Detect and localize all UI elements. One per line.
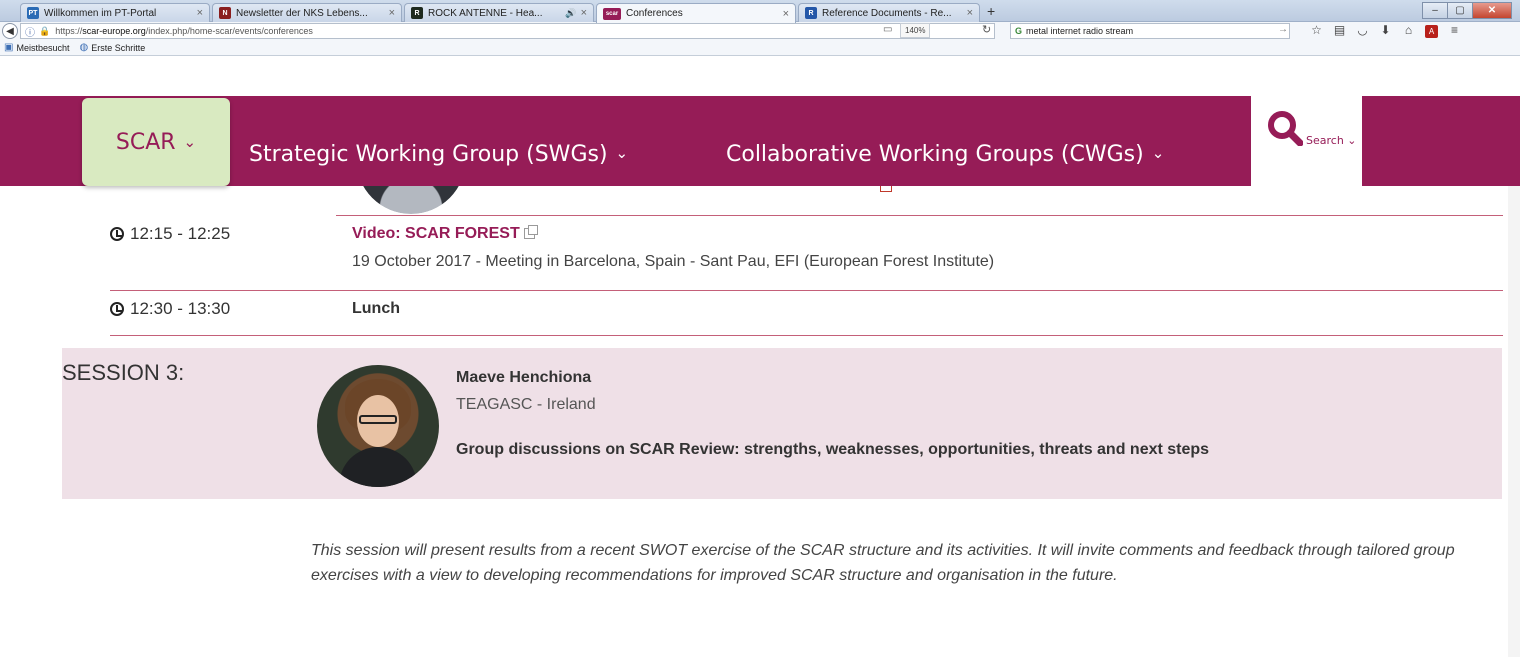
- chevron-down-icon: ⌄: [1347, 134, 1357, 147]
- url-bar[interactable]: ⓘ 🔒 https://scar-europe.org/index.php/ho…: [20, 23, 995, 39]
- time-text: 12:30 - 13:30: [130, 299, 231, 318]
- clock-icon: [110, 227, 124, 241]
- session-label: SESSION 3:: [62, 360, 185, 385]
- globe-icon: ◍: [79, 42, 89, 53]
- newsletter-icon: N: [219, 7, 231, 19]
- pocket-icon[interactable]: ◡: [1351, 23, 1374, 40]
- nav-label: Collaborative Working Groups (CWGs): [726, 142, 1144, 167]
- download-icon[interactable]: ⬇: [1374, 23, 1397, 40]
- close-icon[interactable]: ×: [967, 7, 973, 19]
- tab-title: Reference Documents - Re...: [822, 7, 952, 19]
- scar-favicon-icon: scar: [603, 7, 621, 20]
- site-search-label[interactable]: Search ⌄: [1306, 134, 1357, 147]
- bookmark-label: Erste Schritte: [91, 42, 146, 53]
- nav-menu-swg[interactable]: Strategic Working Group (SWGs) ⌄: [249, 142, 628, 167]
- maximize-icon[interactable]: ▢: [1447, 2, 1473, 19]
- pt-portal-icon: PT: [27, 7, 39, 19]
- url-path: /index.php/home-scar/events/conferences: [145, 26, 313, 36]
- tab-title: Conferences: [626, 8, 683, 19]
- chevron-down-icon: ⌄: [183, 133, 197, 151]
- home-icon[interactable]: ⌂: [1397, 23, 1420, 40]
- browser-search-input[interactable]: G metal internet radio stream: [1010, 23, 1290, 39]
- lock-icon: 🔒: [39, 25, 51, 36]
- chevron-down-icon: ⌄: [615, 144, 629, 162]
- window-controls: – ▢ ✕: [1422, 2, 1512, 19]
- info-icon[interactable]: ⓘ: [25, 24, 35, 39]
- nav-label: Strategic Working Group (SWGs): [249, 142, 608, 167]
- agenda-item-title: Video: SCAR FOREST: [352, 225, 520, 242]
- page-scrollbar[interactable]: [1508, 186, 1520, 657]
- new-tab-button[interactable]: +: [987, 3, 995, 19]
- speaker-icon[interactable]: 🔊: [565, 8, 576, 19]
- nav-label: SCAR: [115, 129, 176, 155]
- hidden-link-icon: [880, 186, 892, 192]
- back-arrow-icon[interactable]: ◀: [2, 23, 18, 39]
- close-icon[interactable]: ×: [389, 7, 395, 19]
- tab-conferences[interactable]: scar Conferences ×: [596, 3, 796, 23]
- rock-antenne-icon: R: [411, 7, 423, 19]
- tab-pt-portal[interactable]: PT Willkommen im PT-Portal ×: [20, 3, 210, 22]
- toolbar-icons: ☆ ▤ ◡ ⬇ ⌂ A ≡: [1305, 23, 1466, 40]
- session-block: [62, 348, 1502, 499]
- zoom-level[interactable]: 140%: [900, 23, 931, 38]
- agenda-time: 12:30 - 13:30: [110, 299, 230, 319]
- clock-icon: [110, 302, 124, 316]
- speaker-organisation: TEAGASC - Ireland: [456, 396, 596, 413]
- minimize-icon[interactable]: –: [1422, 2, 1448, 19]
- bookmark-star-icon[interactable]: ☆: [1305, 23, 1328, 40]
- bookmark-folder-icon: ▣: [4, 42, 14, 53]
- chevron-down-icon: ⌄: [1151, 144, 1165, 162]
- session-topic: Group discussions on SCAR Review: streng…: [456, 441, 1210, 458]
- agenda-item-title: Lunch: [352, 300, 400, 317]
- reader-view-icon[interactable]: ▭: [883, 24, 892, 35]
- window-close-icon[interactable]: ✕: [1472, 2, 1512, 19]
- bookmarks-library-icon[interactable]: ▤: [1328, 23, 1351, 40]
- tab-rock-antenne[interactable]: R ROCK ANTENNE - Hea... 🔊 ×: [404, 3, 594, 22]
- url-domain: scar-europe.org: [82, 26, 146, 36]
- search-label: Search: [1306, 134, 1344, 147]
- agenda-time: 12:15 - 12:25: [110, 224, 230, 244]
- tab-title: Willkommen im PT-Portal: [44, 7, 157, 19]
- divider: [110, 290, 1503, 291]
- search-icon: [1268, 111, 1303, 146]
- reload-icon[interactable]: ↻: [982, 23, 991, 36]
- nav-menu-cwg[interactable]: Collaborative Working Groups (CWGs) ⌄: [726, 142, 1164, 167]
- bookmark-meistbesucht[interactable]: ▣ Meistbesucht: [4, 42, 69, 53]
- bookmark-erste-schritte[interactable]: ◍ Erste Schritte: [79, 42, 145, 53]
- tab-newsletter[interactable]: N Newsletter der NKS Lebens... ×: [212, 3, 402, 22]
- agenda-item-link[interactable]: Video: SCAR FOREST: [352, 225, 538, 243]
- time-text: 12:15 - 12:25: [130, 224, 231, 243]
- browser-navbar: ◀ ⓘ 🔒 https://scar-europe.org/index.php/…: [0, 22, 1520, 40]
- url-prefix: https://: [55, 26, 83, 36]
- pdf-icon[interactable]: A: [1425, 25, 1438, 38]
- speaker-photo: [317, 365, 439, 487]
- browser-tabstrip: PT Willkommen im PT-Portal × N Newslette…: [0, 0, 1520, 23]
- close-icon[interactable]: ×: [197, 7, 203, 19]
- session-description: This session will present results from a…: [311, 542, 1455, 584]
- speaker-name: Maeve Henchiona: [456, 369, 592, 386]
- tab-reference-documents[interactable]: R Reference Documents - Re... ×: [798, 3, 980, 22]
- bookmark-label: Meistbesucht: [16, 42, 70, 53]
- agenda-item-subtitle: 19 October 2017 - Meeting in Barcelona, …: [352, 253, 995, 270]
- external-link-icon[interactable]: [523, 225, 538, 239]
- close-icon[interactable]: ×: [783, 8, 789, 20]
- bookmarks-bar: ▣ Meistbesucht ◍ Erste Schritte: [0, 40, 1520, 56]
- menu-icon[interactable]: ≡: [1443, 23, 1466, 40]
- search-query: metal internet radio stream: [1026, 26, 1134, 36]
- nav-menu-scar[interactable]: SCAR ⌄: [82, 98, 230, 186]
- reference-documents-icon: R: [805, 7, 817, 19]
- search-engine-icon[interactable]: G: [1015, 26, 1022, 36]
- divider: [336, 215, 1503, 216]
- divider: [110, 335, 1503, 336]
- tab-title: Newsletter der NKS Lebens...: [236, 7, 368, 19]
- close-icon[interactable]: ×: [581, 7, 587, 19]
- tab-title: ROCK ANTENNE - Hea...: [428, 7, 543, 19]
- search-go-arrow-icon[interactable]: →: [1278, 24, 1288, 35]
